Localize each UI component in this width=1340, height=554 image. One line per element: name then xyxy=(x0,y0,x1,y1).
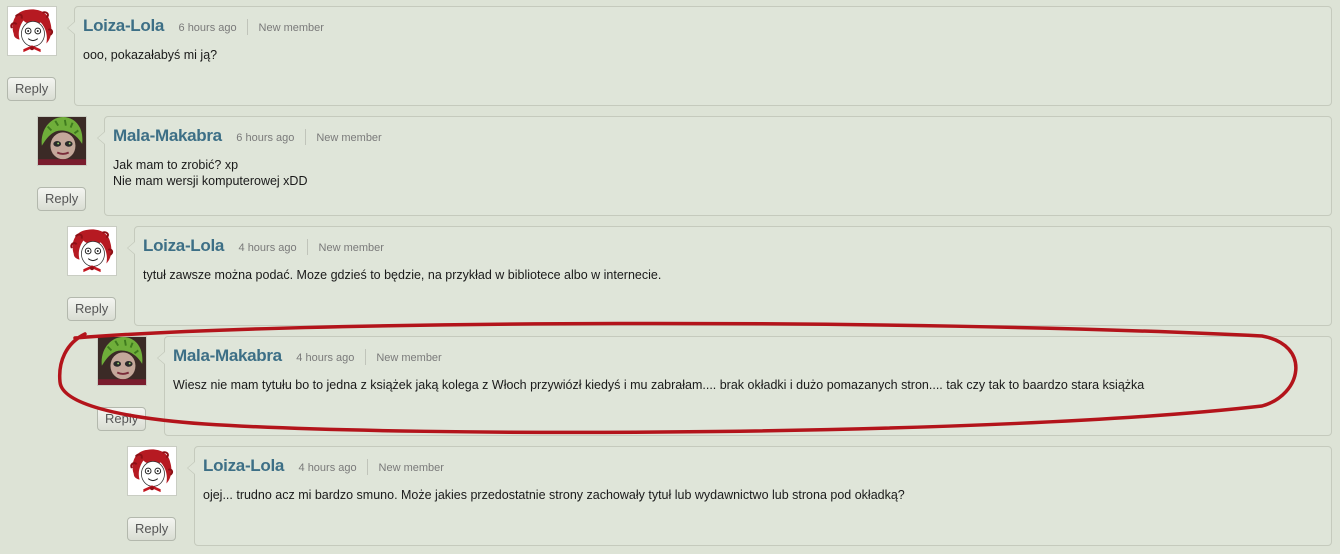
comment-text: Wiesz nie mam tytułu bo to jedna z książ… xyxy=(173,377,1144,393)
user-avatar[interactable] xyxy=(37,116,87,166)
comment-line: ooo, pokazałabyś mi ją? xyxy=(83,48,218,62)
comment-line: ojej... trudno acz mi bardzo smuno. Może… xyxy=(203,488,905,502)
meta-divider xyxy=(364,348,366,365)
meta-divider xyxy=(304,128,306,145)
reply-button[interactable]: Reply xyxy=(67,297,117,321)
member-badge: New member xyxy=(318,242,384,254)
red-haired-girl-doodle-avatar xyxy=(68,227,116,275)
comment-meta: Loiza-Lola 6 hours ago New member xyxy=(83,16,324,36)
user-avatar[interactable] xyxy=(97,336,147,386)
comment-body: Mala-Makabra 4 hours ago New member Wies… xyxy=(157,336,1332,436)
author-link[interactable]: Mala-Makabra xyxy=(113,126,222,145)
member-badge: New member xyxy=(258,22,324,34)
comment-line: Wiesz nie mam tytułu bo to jedna z książ… xyxy=(173,378,1145,392)
red-haired-girl-doodle-avatar xyxy=(128,447,176,495)
reply-button[interactable]: Reply xyxy=(127,517,177,541)
red-haired-girl-doodle-avatar xyxy=(8,7,56,55)
reply-button[interactable]: Reply xyxy=(7,77,57,101)
comment: Reply Mala-Makabra 4 hours ago New membe… xyxy=(97,336,1332,436)
comment-meta: Mala-Makabra 6 hours ago New member xyxy=(113,126,382,146)
meta-divider xyxy=(307,238,309,255)
reply-button[interactable]: Reply xyxy=(97,407,147,431)
comment: Reply Loiza-Lola 6 hours ago New member … xyxy=(7,6,1332,106)
comment-meta: Loiza-Lola 4 hours ago New member xyxy=(143,236,384,256)
comment-line: Nie mam wersji komputerowej xDD xyxy=(113,174,308,188)
user-avatar[interactable] xyxy=(67,226,117,276)
comment-line: Jak mam to zrobić? xp xyxy=(113,158,239,172)
comment-timestamp[interactable]: 6 hours ago xyxy=(179,22,237,34)
user-avatar[interactable] xyxy=(127,446,177,496)
green-haired-doll-avatar xyxy=(98,337,146,385)
comment-line: tytuł zawsze można podać. Moze gdzieś to… xyxy=(143,268,662,282)
comment-text: ojej... trudno acz mi bardzo smuno. Może… xyxy=(203,487,905,503)
comment-body: Loiza-Lola 4 hours ago New member ojej..… xyxy=(187,446,1332,546)
comment-timestamp[interactable]: 4 hours ago xyxy=(239,242,297,254)
comment-body: Loiza-Lola 4 hours ago New member tytuł … xyxy=(127,226,1332,326)
comment-timestamp[interactable]: 4 hours ago xyxy=(299,462,357,474)
comment: Reply Loiza-Lola 4 hours ago New member … xyxy=(67,226,1332,326)
comment-text: Jak mam to zrobić? xp Nie mam wersji kom… xyxy=(113,157,308,189)
comment-body: Loiza-Lola 6 hours ago New member ooo, p… xyxy=(67,6,1332,106)
reply-button[interactable]: Reply xyxy=(37,187,87,211)
author-link[interactable]: Loiza-Lola xyxy=(143,236,224,255)
comment-meta: Loiza-Lola 4 hours ago New member xyxy=(203,456,444,476)
member-badge: New member xyxy=(378,462,444,474)
comment-timestamp[interactable]: 6 hours ago xyxy=(236,132,294,144)
comment-body: Mala-Makabra 6 hours ago New member Jak … xyxy=(97,116,1332,216)
member-badge: New member xyxy=(316,132,382,144)
comment-timestamp[interactable]: 4 hours ago xyxy=(296,352,354,364)
author-link[interactable]: Mala-Makabra xyxy=(173,346,282,365)
comment-text: tytuł zawsze można podać. Moze gdzieś to… xyxy=(143,267,661,283)
meta-divider xyxy=(247,18,249,35)
meta-divider xyxy=(367,458,369,475)
comment: Reply Mala-Makabra 6 hours ago New membe… xyxy=(37,116,1332,216)
green-haired-doll-avatar xyxy=(38,117,86,165)
author-link[interactable]: Loiza-Lola xyxy=(203,456,284,475)
user-avatar[interactable] xyxy=(7,6,57,56)
comment-meta: Mala-Makabra 4 hours ago New member xyxy=(173,346,442,366)
author-link[interactable]: Loiza-Lola xyxy=(83,16,164,35)
comment: Reply Loiza-Lola 4 hours ago New member … xyxy=(127,446,1332,546)
comment-text: ooo, pokazałabyś mi ją? xyxy=(83,47,217,63)
member-badge: New member xyxy=(376,352,442,364)
